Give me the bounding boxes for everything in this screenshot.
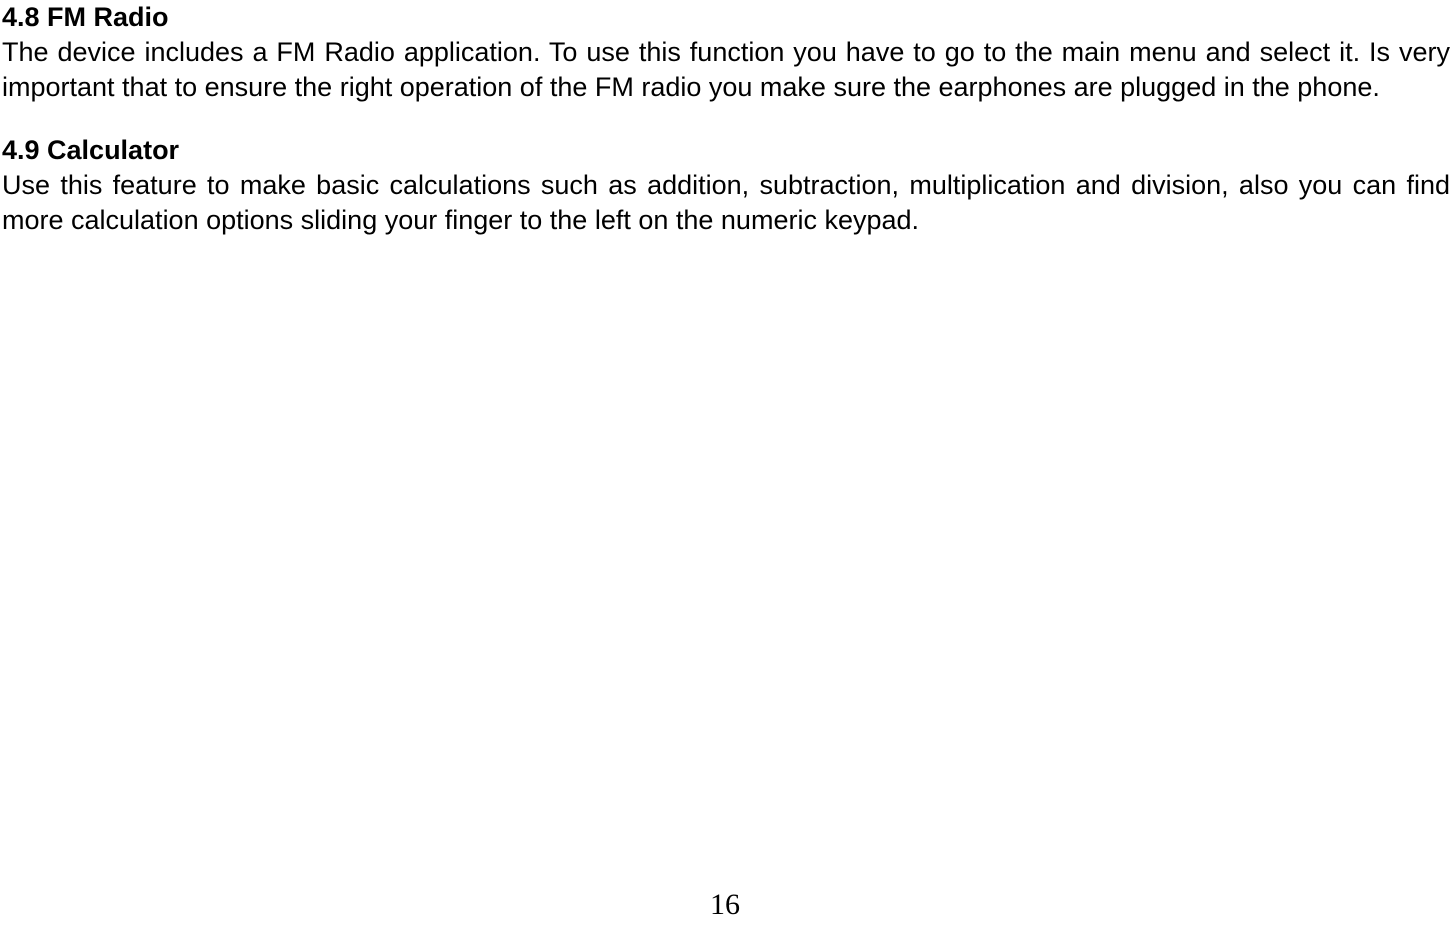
section-body: Use this feature to make basic calculati… [0, 168, 1450, 238]
section-heading: 4.8 FM Radio [0, 0, 1450, 35]
section-heading: 4.9 Calculator [0, 133, 1450, 168]
page-content: 4.8 FM Radio The device includes a FM Ra… [0, 0, 1450, 239]
section-calculator: 4.9 Calculator Use this feature to make … [0, 133, 1450, 238]
section-fm-radio: 4.8 FM Radio The device includes a FM Ra… [0, 0, 1450, 105]
section-body: The device includes a FM Radio applicati… [0, 35, 1450, 105]
page-number: 16 [0, 888, 1450, 922]
